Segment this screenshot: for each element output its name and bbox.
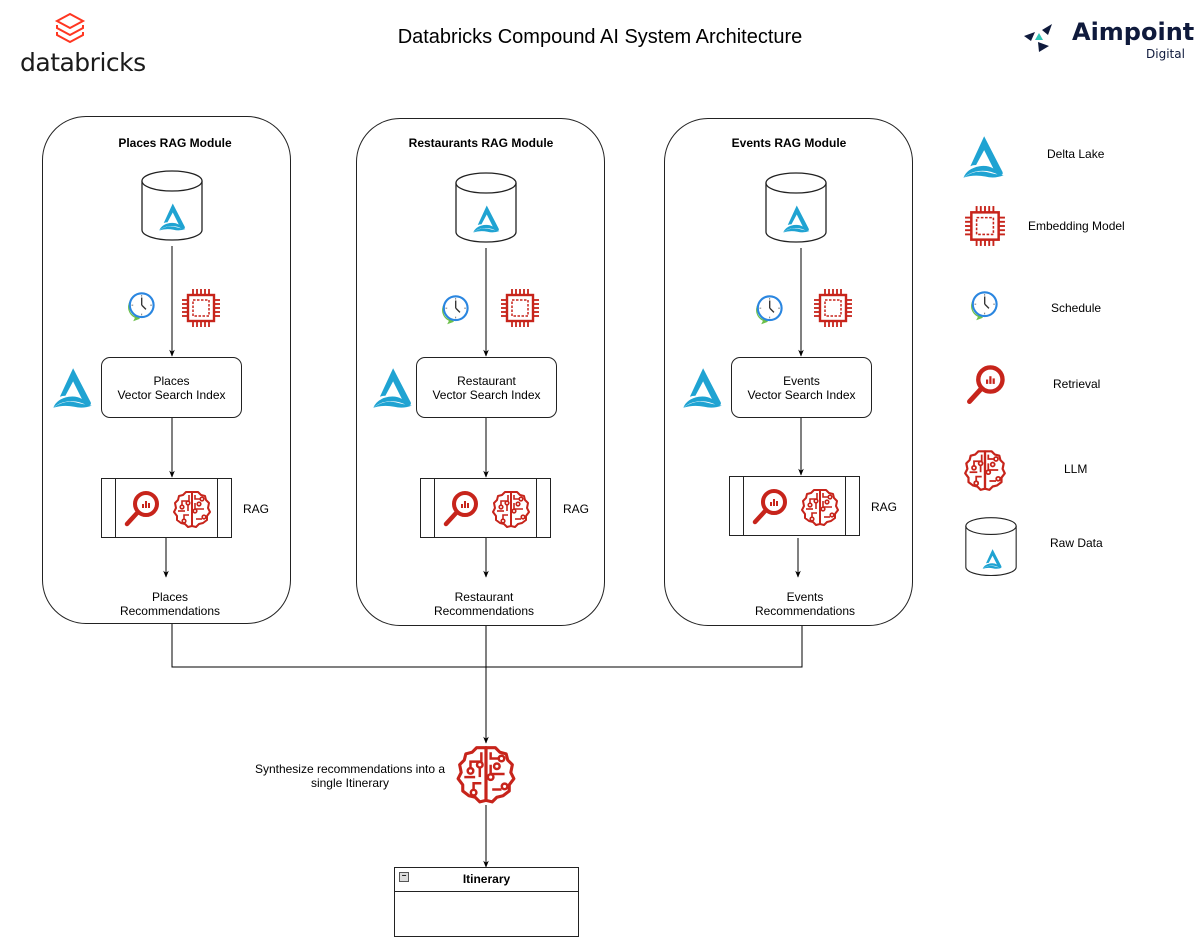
embedding-chip-icon xyxy=(813,288,853,328)
legend-label: Schedule xyxy=(1051,301,1102,315)
legend-label: Delta Lake xyxy=(1047,147,1105,161)
retrieval-magnifier-icon xyxy=(122,489,162,529)
output-label: Places Recommendations xyxy=(119,590,221,618)
legend-label: Retrieval xyxy=(1053,377,1101,391)
index-label: Vector Search Index xyxy=(747,387,856,402)
schedule-clock-icon xyxy=(123,289,157,323)
rag-process-box xyxy=(729,476,860,536)
vector-search-index-box: Restaurant Vector Search Index xyxy=(416,357,557,418)
index-label: Places xyxy=(153,373,190,388)
schedule-clock-icon xyxy=(966,288,1000,322)
rag-label: RAG xyxy=(563,502,590,516)
embedding-chip-icon xyxy=(181,288,221,328)
retrieval-magnifier-icon xyxy=(964,363,1008,407)
delta-lake-icon xyxy=(157,202,187,232)
index-label: Vector Search Index xyxy=(117,387,226,402)
delta-lake-icon xyxy=(981,548,1003,570)
schedule-clock-icon xyxy=(751,292,785,326)
legend-label: Raw Data xyxy=(1050,536,1103,550)
schedule-clock-icon xyxy=(437,292,471,326)
llm-brain-icon xyxy=(455,743,517,805)
llm-brain-icon xyxy=(172,489,212,529)
connector-lines xyxy=(163,246,804,868)
delta-lake-icon xyxy=(471,204,501,234)
itinerary-title: Itinerary xyxy=(462,872,511,886)
rag-label: RAG xyxy=(871,500,898,514)
synthesis-label: Synthesize recommendations into a single … xyxy=(254,762,446,790)
embedding-chip-icon xyxy=(964,205,1006,247)
retrieval-magnifier-icon xyxy=(750,487,790,527)
delta-lake-icon xyxy=(50,366,94,410)
delta-lake-icon xyxy=(370,366,414,410)
llm-brain-icon xyxy=(963,448,1007,492)
rag-label: RAG xyxy=(243,502,270,516)
index-label: Vector Search Index xyxy=(432,387,541,402)
collapse-icon[interactable]: − xyxy=(399,872,409,882)
legend-label: Embedding Model xyxy=(1028,219,1125,233)
vector-search-index-box: Events Vector Search Index xyxy=(731,357,872,418)
legend-label: LLM xyxy=(1064,462,1088,476)
delta-lake-icon xyxy=(781,204,811,234)
delta-lake-icon xyxy=(680,366,724,410)
rag-process-box xyxy=(101,478,232,538)
index-label: Events xyxy=(783,373,820,388)
retrieval-magnifier-icon xyxy=(441,489,481,529)
llm-brain-icon xyxy=(800,487,840,527)
delta-lake-icon xyxy=(960,134,1006,180)
vector-search-index-box: Places Vector Search Index xyxy=(101,357,242,418)
output-label: Restaurant Recommendations xyxy=(433,590,535,618)
llm-brain-icon xyxy=(491,489,531,529)
merge-line xyxy=(171,624,803,668)
embedding-chip-icon xyxy=(500,288,540,328)
itinerary-box[interactable]: − Itinerary xyxy=(394,867,579,937)
index-label: Restaurant xyxy=(457,373,516,388)
rag-process-box xyxy=(420,478,551,538)
output-label: Events Recommendations xyxy=(754,590,856,618)
